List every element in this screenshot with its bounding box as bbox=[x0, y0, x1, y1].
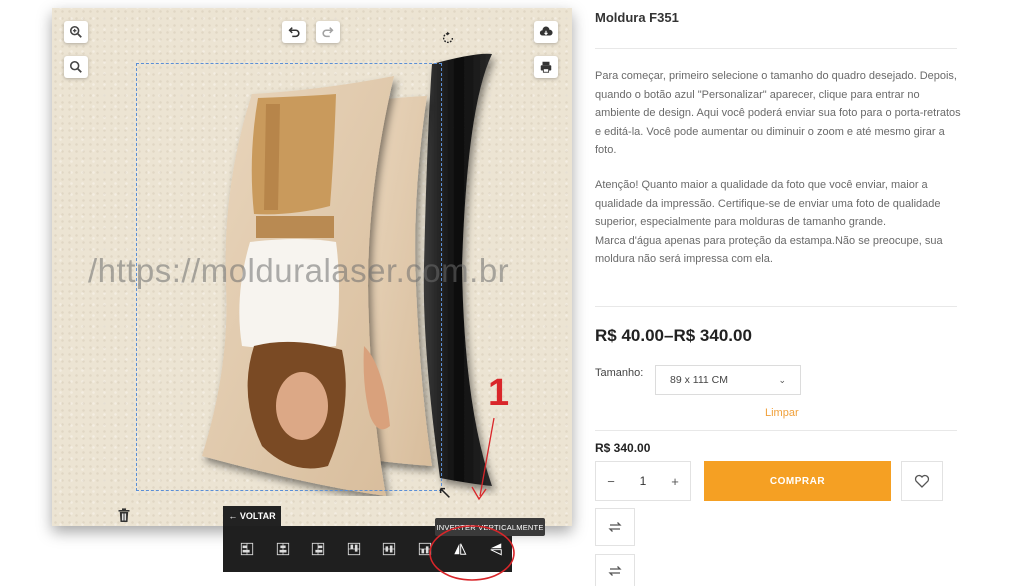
align-left-icon bbox=[241, 542, 254, 556]
trash-icon[interactable] bbox=[116, 507, 132, 523]
align-middle-icon bbox=[383, 542, 396, 556]
resize-icon bbox=[439, 487, 450, 498]
rotate-icon bbox=[442, 31, 454, 44]
flip-horizontal-icon bbox=[490, 543, 502, 556]
annotation-number: 1 bbox=[488, 372, 510, 414]
rotate-handle[interactable] bbox=[438, 28, 458, 48]
align-bottom-icon bbox=[418, 542, 431, 556]
watermark-note: Marca d'água apenas para proteção da est… bbox=[595, 234, 943, 266]
align-middle-button[interactable] bbox=[373, 534, 406, 564]
divider bbox=[595, 430, 957, 431]
back-button[interactable]: ← VOLTAR bbox=[223, 506, 281, 526]
zoom-in-button[interactable] bbox=[64, 21, 88, 43]
compare-icon bbox=[608, 565, 622, 576]
print-icon bbox=[540, 61, 552, 73]
flip-vertical-icon bbox=[454, 543, 467, 555]
align-bottom-button[interactable] bbox=[409, 534, 442, 564]
redo-icon bbox=[322, 27, 334, 38]
align-top-icon bbox=[347, 542, 360, 556]
align-center-h-icon bbox=[276, 542, 289, 556]
undo-icon bbox=[288, 27, 300, 38]
flip-horizontal-button[interactable] bbox=[480, 534, 513, 564]
increase-button[interactable]: + bbox=[660, 474, 690, 489]
download-button[interactable] bbox=[534, 21, 558, 43]
decrease-button[interactable]: − bbox=[596, 474, 626, 489]
zoom-out-button[interactable] bbox=[64, 56, 88, 78]
watermark-text: /https://molduralaser.com.br bbox=[88, 252, 510, 289]
design-canvas[interactable]: /https://molduralaser.com.br bbox=[52, 8, 572, 526]
product-title: Moldura F351 bbox=[595, 10, 679, 25]
undo-button[interactable] bbox=[282, 21, 306, 43]
print-button[interactable] bbox=[534, 56, 558, 78]
wishlist-button[interactable] bbox=[901, 461, 943, 501]
description-paragraph: Para começar, primeiro selecione o taman… bbox=[595, 70, 961, 157]
compare-button-secondary[interactable] bbox=[595, 554, 635, 586]
align-left-button[interactable] bbox=[231, 534, 264, 564]
quantity-input[interactable] bbox=[628, 474, 658, 488]
price-range: R$ 40.00–R$ 340.00 bbox=[595, 326, 752, 345]
clear-link[interactable]: Limpar bbox=[765, 407, 799, 419]
size-value: 89 x 111 CM bbox=[670, 374, 728, 386]
quantity-stepper: − + bbox=[595, 461, 691, 501]
size-select[interactable]: 89 x 111 CM ⌄ bbox=[655, 365, 801, 395]
size-label: Tamanho: bbox=[595, 367, 644, 379]
zoom-in-icon bbox=[69, 25, 82, 38]
cloud-download-icon bbox=[539, 26, 553, 36]
buy-button[interactable]: COMPRAR bbox=[704, 461, 891, 501]
redo-button[interactable] bbox=[316, 21, 340, 43]
compare-icon bbox=[608, 522, 622, 532]
description-paragraph: Atenção! Quanto maior a qualidade da fot… bbox=[595, 179, 941, 229]
align-top-button[interactable] bbox=[338, 534, 371, 564]
zoom-out-icon bbox=[69, 60, 82, 73]
align-center-h-button[interactable] bbox=[267, 534, 300, 564]
divider bbox=[595, 306, 957, 307]
flip-tooltip: INVERTER VERTICALMENTE bbox=[435, 518, 545, 536]
align-right-button[interactable] bbox=[302, 534, 335, 564]
align-right-icon bbox=[312, 542, 325, 556]
product-description: Para começar, primeiro selecione o taman… bbox=[595, 67, 965, 160]
variation-price: R$ 340.00 bbox=[595, 441, 651, 455]
chevron-down-icon: ⌄ bbox=[778, 375, 786, 385]
heart-icon bbox=[914, 474, 930, 488]
resize-handle[interactable] bbox=[438, 486, 452, 500]
quality-note: Atenção! Quanto maior a qualidade da fot… bbox=[595, 176, 965, 269]
compare-button[interactable] bbox=[595, 508, 635, 546]
back-label: ← VOLTAR bbox=[228, 511, 276, 521]
flip-vertical-button[interactable] bbox=[444, 534, 477, 564]
divider bbox=[595, 48, 957, 49]
